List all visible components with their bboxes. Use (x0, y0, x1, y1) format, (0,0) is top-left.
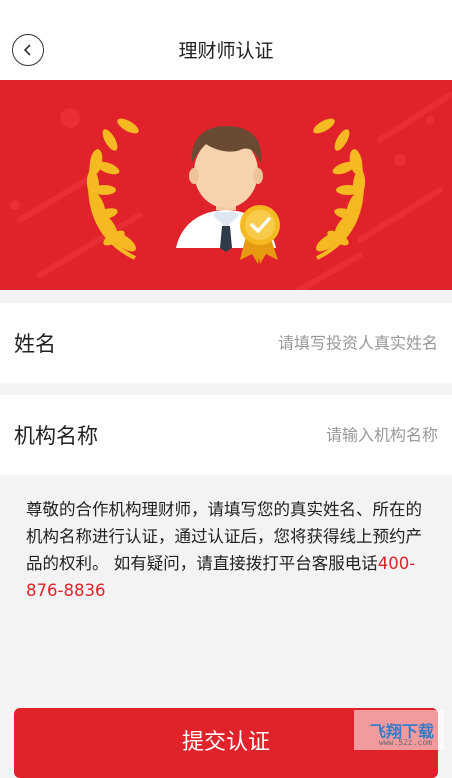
name-input[interactable] (178, 333, 438, 353)
top-bar: 理财师认证 (0, 0, 452, 80)
certification-banner (0, 80, 452, 290)
name-label: 姓名 (14, 332, 56, 356)
certification-notice: 尊敬的合作机构理财师，请填写您的真实姓名、所在的机构名称进行认证，通过认证后，您… (26, 496, 436, 604)
institution-input[interactable] (178, 425, 438, 445)
institution-label: 机构名称 (14, 424, 98, 448)
site-watermark: 飞翔下载 www.52z.com (354, 710, 444, 750)
left-laurel-icon (86, 118, 139, 260)
page-title: 理财师认证 (178, 40, 274, 62)
watermark-url-text: www.52z.com (379, 738, 432, 747)
notice-text: 尊敬的合作机构理财师，请填写您的真实姓名、所在的机构名称进行认证，通过认证后，您… (26, 500, 422, 573)
right-laurel-icon (313, 118, 366, 260)
institution-row: 机构名称 (0, 395, 452, 475)
banner-illustration (10, 92, 452, 290)
name-row: 姓名 (0, 303, 452, 383)
certified-badge-icon (240, 205, 280, 264)
